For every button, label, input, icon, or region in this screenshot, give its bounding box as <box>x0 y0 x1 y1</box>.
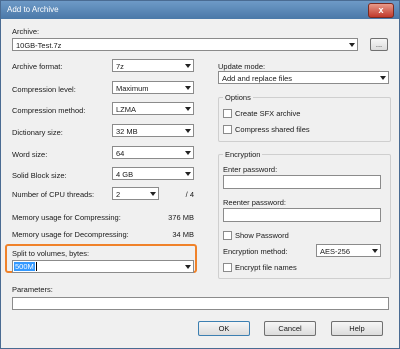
mem-compress-value: 376 MB <box>168 213 194 222</box>
add-to-archive-dialog: Add to Archive x Archive: 10GB-Test.7z .… <box>0 0 400 349</box>
cpu-threads-label: Number of CPU threads: <box>12 190 95 199</box>
dictionary-size-select[interactable]: 32 MB <box>112 124 194 137</box>
compression-method-label: Compression method: <box>12 106 86 115</box>
compression-level-value: Maximum <box>116 84 149 93</box>
create-sfx-label: Create SFX archive <box>235 109 301 118</box>
archive-format-label: Archive format: <box>12 62 63 71</box>
archive-path-combo[interactable]: 10GB-Test.7z <box>12 38 358 51</box>
encryption-method-label: Encryption method: <box>223 247 288 256</box>
archive-format-value: 7z <box>116 62 124 71</box>
split-volumes-label: Split to volumes, bytes: <box>12 249 90 258</box>
word-size-value: 64 <box>116 149 125 158</box>
archive-format-select[interactable]: 7z <box>112 59 194 72</box>
show-password-label: Show Password <box>235 231 289 240</box>
create-sfx-checkbox[interactable] <box>223 109 232 118</box>
chevron-down-icon[interactable] <box>349 43 355 47</box>
split-volumes-combo[interactable]: 500M <box>12 260 194 273</box>
chevron-down-icon[interactable] <box>150 192 156 196</box>
compression-level-select[interactable]: Maximum <box>112 81 194 94</box>
password-input[interactable] <box>223 175 381 189</box>
chevron-down-icon[interactable] <box>380 76 386 80</box>
chevron-down-icon[interactable] <box>372 249 378 253</box>
enter-password-label: Enter password: <box>223 165 278 174</box>
mem-decompress-label: Memory usage for Decompressing: <box>12 230 129 239</box>
cpu-threads-value: 2 <box>116 190 121 199</box>
dictionary-size-label: Dictionary size: <box>12 128 63 137</box>
encryption-title: Encryption <box>223 150 263 159</box>
compression-method-select[interactable]: LZMA <box>112 102 194 115</box>
parameters-input[interactable] <box>12 297 389 310</box>
chevron-down-icon[interactable] <box>185 265 191 269</box>
help-button[interactable]: Help <box>331 321 383 336</box>
split-volumes-value: 500M <box>14 262 35 271</box>
encrypt-names-label: Encrypt file names <box>235 263 297 272</box>
chevron-down-icon[interactable] <box>185 172 191 176</box>
title-bar[interactable]: Add to Archive x <box>1 1 399 19</box>
mem-compress-label: Memory usage for Compressing: <box>12 213 121 222</box>
compression-level-label: Compression level: <box>12 85 76 94</box>
solid-block-size-label: Solid Block size: <box>12 171 67 180</box>
reenter-password-input[interactable] <box>223 208 381 222</box>
dictionary-size-value: 32 MB <box>116 127 138 136</box>
reenter-password-label: Reenter password: <box>223 198 286 207</box>
archive-label: Archive: <box>12 27 40 36</box>
parameters-label: Parameters: <box>12 285 53 294</box>
update-mode-label: Update mode: <box>218 62 266 71</box>
chevron-down-icon[interactable] <box>185 129 191 133</box>
window-title: Add to Archive <box>7 5 59 14</box>
text-cursor <box>36 262 37 271</box>
compression-method-value: LZMA <box>116 105 137 114</box>
cancel-button[interactable]: Cancel <box>264 321 316 336</box>
chevron-down-icon[interactable] <box>185 107 191 111</box>
show-password-checkbox[interactable] <box>223 231 232 240</box>
chevron-down-icon[interactable] <box>185 86 191 90</box>
chevron-down-icon[interactable] <box>185 151 191 155</box>
encryption-method-value: AES-256 <box>320 247 351 256</box>
word-size-select[interactable]: 64 <box>112 146 194 159</box>
browse-button[interactable]: ... <box>370 38 388 51</box>
chevron-down-icon[interactable] <box>185 64 191 68</box>
archive-path-value: 10GB-Test.7z <box>16 41 62 50</box>
mem-decompress-value: 34 MB <box>172 230 194 239</box>
solid-block-size-value: 4 GB <box>116 170 134 179</box>
encryption-method-select[interactable]: AES-256 <box>316 244 381 257</box>
cpu-threads-select[interactable]: 2 <box>112 187 159 200</box>
cpu-threads-total: / 4 <box>185 190 194 199</box>
options-title: Options <box>223 93 253 102</box>
options-group: Options <box>218 93 391 142</box>
ok-button[interactable]: OK <box>198 321 250 336</box>
update-mode-select[interactable]: Add and replace files <box>218 71 389 84</box>
word-size-label: Word size: <box>12 150 48 159</box>
solid-block-size-select[interactable]: 4 GB <box>112 167 194 180</box>
compress-shared-checkbox[interactable] <box>223 125 232 134</box>
encrypt-names-checkbox[interactable] <box>223 263 232 272</box>
close-button[interactable]: x <box>368 3 394 18</box>
compress-shared-label: Compress shared files <box>235 125 310 134</box>
update-mode-value: Add and replace files <box>222 74 293 83</box>
